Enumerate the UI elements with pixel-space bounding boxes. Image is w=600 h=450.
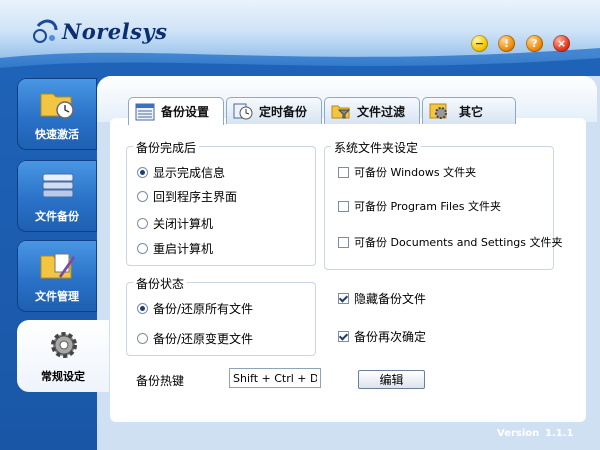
sidebar-item-label: 文件管理: [35, 290, 79, 303]
sidebar-item-label: 文件备份: [35, 210, 79, 223]
check-hide-backup-files[interactable]: 隐藏备份文件: [338, 290, 426, 307]
close-button[interactable]: ×: [553, 35, 570, 52]
check-program-files-folder[interactable]: 可备份 Program Files 文件夹: [338, 198, 501, 214]
sidebar-item-label: 快速激活: [35, 128, 79, 141]
list-icon: [135, 103, 155, 120]
gear-icon: [429, 103, 447, 119]
help-button[interactable]: ?: [526, 35, 543, 52]
clock-icon: [233, 103, 253, 120]
checkbox-label: 隐藏备份文件: [354, 292, 427, 306]
sidebar-item-file-management[interactable]: 文件管理: [17, 240, 97, 312]
funnel-folder-icon: [331, 105, 351, 119]
checkbox-label: 备份再次确定: [354, 330, 427, 344]
check-confirm-backup[interactable]: 备份再次确定: [338, 328, 426, 345]
tab-file-filter[interactable]: 文件过滤: [324, 97, 420, 124]
radio-button[interactable]: [137, 303, 148, 314]
tab-scheduled-backup[interactable]: 定时备份: [226, 97, 322, 124]
clock-folder-icon: [40, 93, 74, 119]
tab-label: 文件过滤: [357, 104, 406, 119]
sidebar-item-file-backup[interactable]: 文件备份: [17, 160, 97, 232]
radio-backup-all[interactable]: 备份/还原所有文件: [137, 300, 253, 317]
radio-backup-changed[interactable]: 备份/还原变更文件: [137, 330, 253, 347]
radio-label: 显示完成信息: [153, 166, 226, 180]
group-title: 备份完成后: [133, 139, 200, 156]
checkbox[interactable]: [338, 293, 349, 304]
sidebar-item-label: 常规设定: [41, 370, 85, 383]
hotkey-label: 备份热键: [136, 374, 185, 388]
app-window: Norelsys − ! ? × 快速激活 文件备份 文件管理 常规设定 备份设…: [0, 0, 600, 450]
radio-button[interactable]: [137, 191, 148, 202]
tab-label: 备份设置: [161, 105, 210, 119]
app-logo: Norelsys: [30, 14, 167, 48]
radio-button[interactable]: [137, 167, 148, 178]
folder-pen-icon: [40, 253, 75, 279]
tab-other[interactable]: 其它: [422, 97, 516, 124]
radio-return-main[interactable]: 回到程序主界面: [137, 188, 237, 205]
radio-button[interactable]: [137, 333, 148, 344]
radio-label: 关闭计算机: [153, 217, 214, 231]
edit-hotkey-button[interactable]: 编辑: [358, 370, 425, 389]
radio-button[interactable]: [137, 218, 148, 229]
tab-label: 定时备份: [259, 104, 308, 119]
radio-label: 重启计算机: [153, 242, 214, 256]
check-windows-folder[interactable]: 可备份 Windows 文件夹: [338, 164, 476, 180]
radio-shutdown[interactable]: 关闭计算机: [137, 215, 213, 232]
tab-backup-settings[interactable]: 备份设置: [128, 97, 224, 125]
group-title: 备份状态: [133, 275, 188, 292]
logo-swirl-icon: [33, 19, 58, 43]
group-title: 系统文件夹设定: [331, 139, 422, 156]
sidebar-item-general-settings[interactable]: 常规设定: [17, 320, 109, 392]
checkbox[interactable]: [338, 166, 349, 178]
radio-button[interactable]: [137, 243, 148, 254]
sidebar-item-quick-activate[interactable]: 快速激活: [17, 78, 97, 150]
radio-restart[interactable]: 重启计算机: [137, 240, 213, 257]
radio-label: 回到程序主界面: [153, 190, 238, 204]
checkbox-label: 可备份 Windows 文件夹: [354, 166, 477, 179]
checkbox[interactable]: [338, 331, 349, 342]
minimize-button[interactable]: −: [471, 35, 488, 52]
checkbox[interactable]: [338, 200, 349, 212]
radio-show-complete-info[interactable]: 显示完成信息: [137, 164, 225, 181]
warning-button[interactable]: !: [498, 35, 515, 52]
check-documents-settings-folder[interactable]: 可备份 Documents and Settings 文件夹: [338, 234, 563, 250]
checkbox-label: 可备份 Program Files 文件夹: [354, 200, 502, 213]
gear-icon: [51, 332, 77, 358]
logo-text: Norelsys: [62, 18, 168, 44]
tab-label: 其它: [459, 104, 484, 119]
stack-icon: [42, 173, 74, 198]
checkbox[interactable]: [338, 236, 349, 248]
version-number: 1.1.1: [545, 428, 574, 439]
radio-label: 备份/还原所有文件: [153, 302, 254, 316]
checkbox-label: 可备份 Documents and Settings 文件夹: [354, 236, 563, 249]
version-label: Version: [497, 428, 540, 439]
radio-label: 备份/还原变更文件: [153, 332, 254, 346]
hotkey-input[interactable]: [229, 368, 321, 388]
